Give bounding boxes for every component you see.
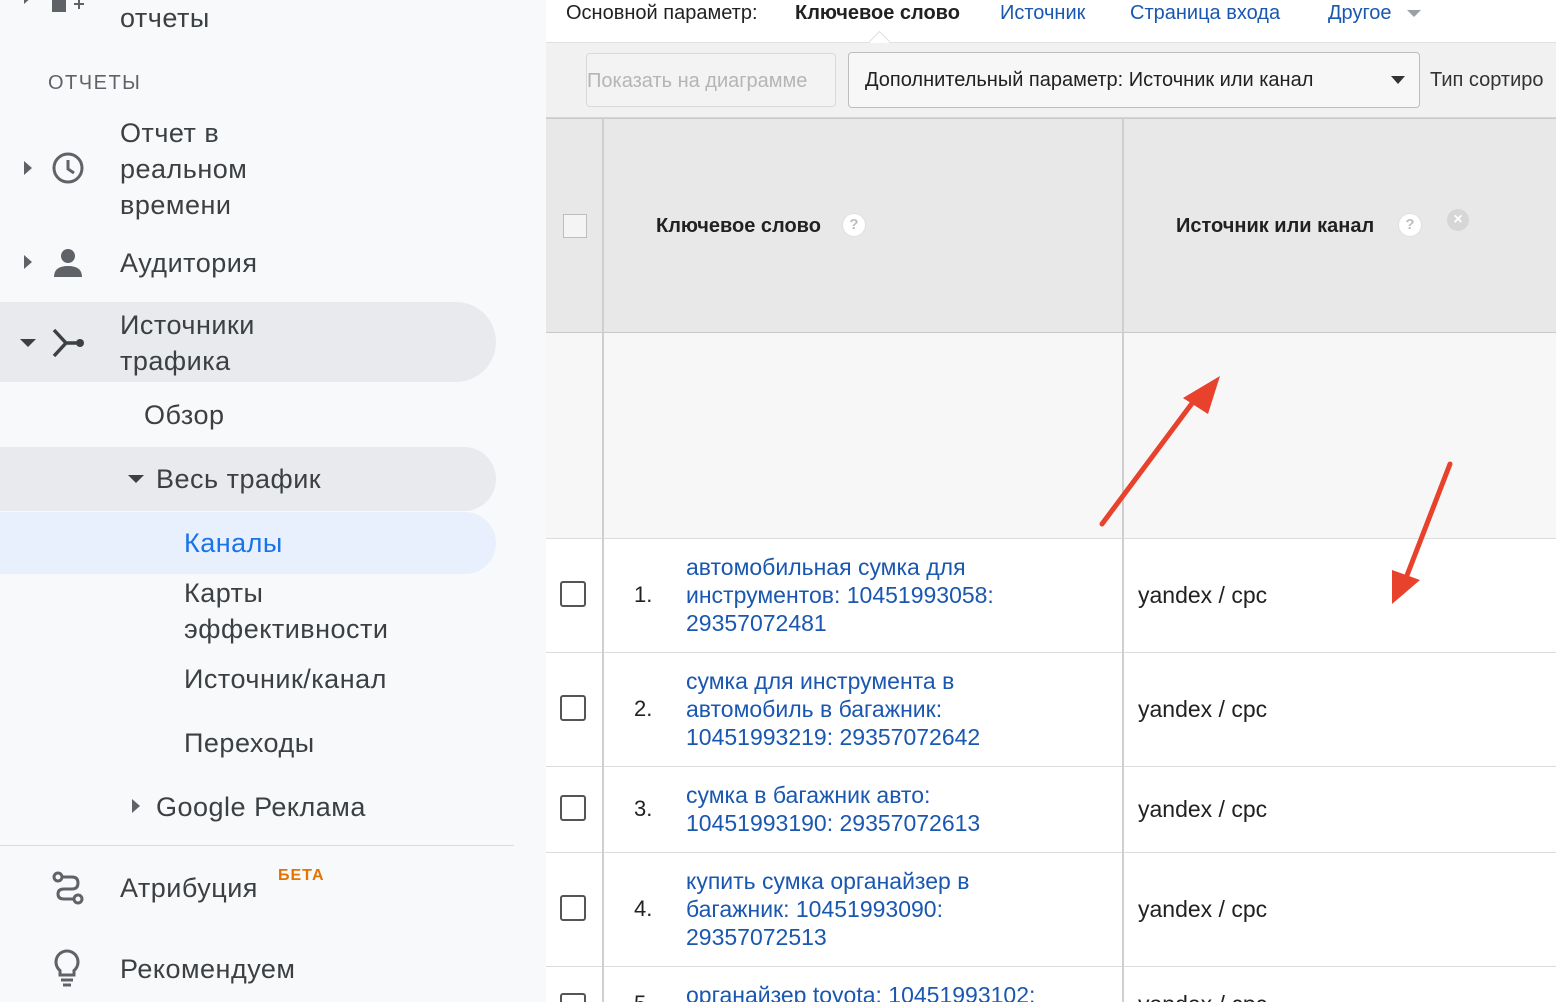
sidebar-item-all-traffic[interactable]: Весь трафик	[156, 461, 321, 497]
annotation-arrow-down	[1392, 461, 1453, 604]
sidebar-item-attribution[interactable]: Атрибуция	[120, 870, 258, 906]
acquisition-line-1: Источники	[120, 310, 255, 340]
sidebar-section-title: ОТЧЕТЫ	[48, 72, 142, 94]
annotation-arrows	[1099, 376, 1453, 604]
realtime-line-2: реальном	[120, 154, 248, 184]
sidebar-nav: отчеты ОТЧЕТЫ Отчет в реальном времени А…	[0, 0, 546, 1002]
realtime-line-3: времени	[120, 190, 232, 220]
lightbulb-icon	[54, 949, 80, 987]
clock-icon	[52, 152, 84, 184]
sidebar-divider	[0, 845, 514, 846]
expand-arrow-icon[interactable]	[132, 799, 140, 813]
sidebar-item-recommended[interactable]: Рекомендуем	[120, 951, 296, 987]
treemaps-line-1: Карты	[184, 578, 264, 608]
collapse-arrow-icon[interactable]	[20, 339, 36, 347]
sidebar-item-channels[interactable]: Каналы	[184, 525, 283, 561]
custom-reports-icon	[52, 0, 84, 12]
annotation-arrow-up	[1099, 376, 1220, 527]
collapse-arrow-icon[interactable]	[128, 475, 144, 483]
realtime-line-1: Отчет в	[120, 118, 220, 148]
sidebar-item-audience[interactable]: Аудитория	[120, 245, 257, 281]
sidebar-item-reports-partial[interactable]: отчеты	[120, 0, 210, 36]
sidebar-item-treemaps[interactable]: Карты эффективности	[184, 575, 389, 647]
beta-badge: БЕТА	[278, 867, 325, 884]
sidebar-item-realtime[interactable]: Отчет в реальном времени	[120, 115, 247, 223]
acquisition-line-2: трафика	[120, 346, 231, 376]
expand-arrow-icon[interactable]	[24, 255, 32, 269]
person-icon	[54, 249, 82, 277]
sidebar-item-overview[interactable]: Обзор	[144, 397, 224, 433]
report-main: Основной параметр: Ключевое слово Источн…	[546, 0, 1556, 1002]
sidebar-item-referrals[interactable]: Переходы	[184, 725, 315, 761]
sidebar-item-source-medium[interactable]: Источник/канал	[184, 661, 387, 697]
acquisition-icon	[52, 328, 84, 358]
sidebar-item-acquisition[interactable]: Источники трафика	[120, 307, 255, 379]
expand-arrow-icon[interactable]	[24, 0, 32, 4]
treemaps-line-2: эффективности	[184, 614, 389, 644]
expand-arrow-icon[interactable]	[24, 161, 32, 175]
attribution-icon	[52, 871, 84, 905]
sidebar-item-google-ads[interactable]: Google Реклама	[156, 789, 366, 825]
